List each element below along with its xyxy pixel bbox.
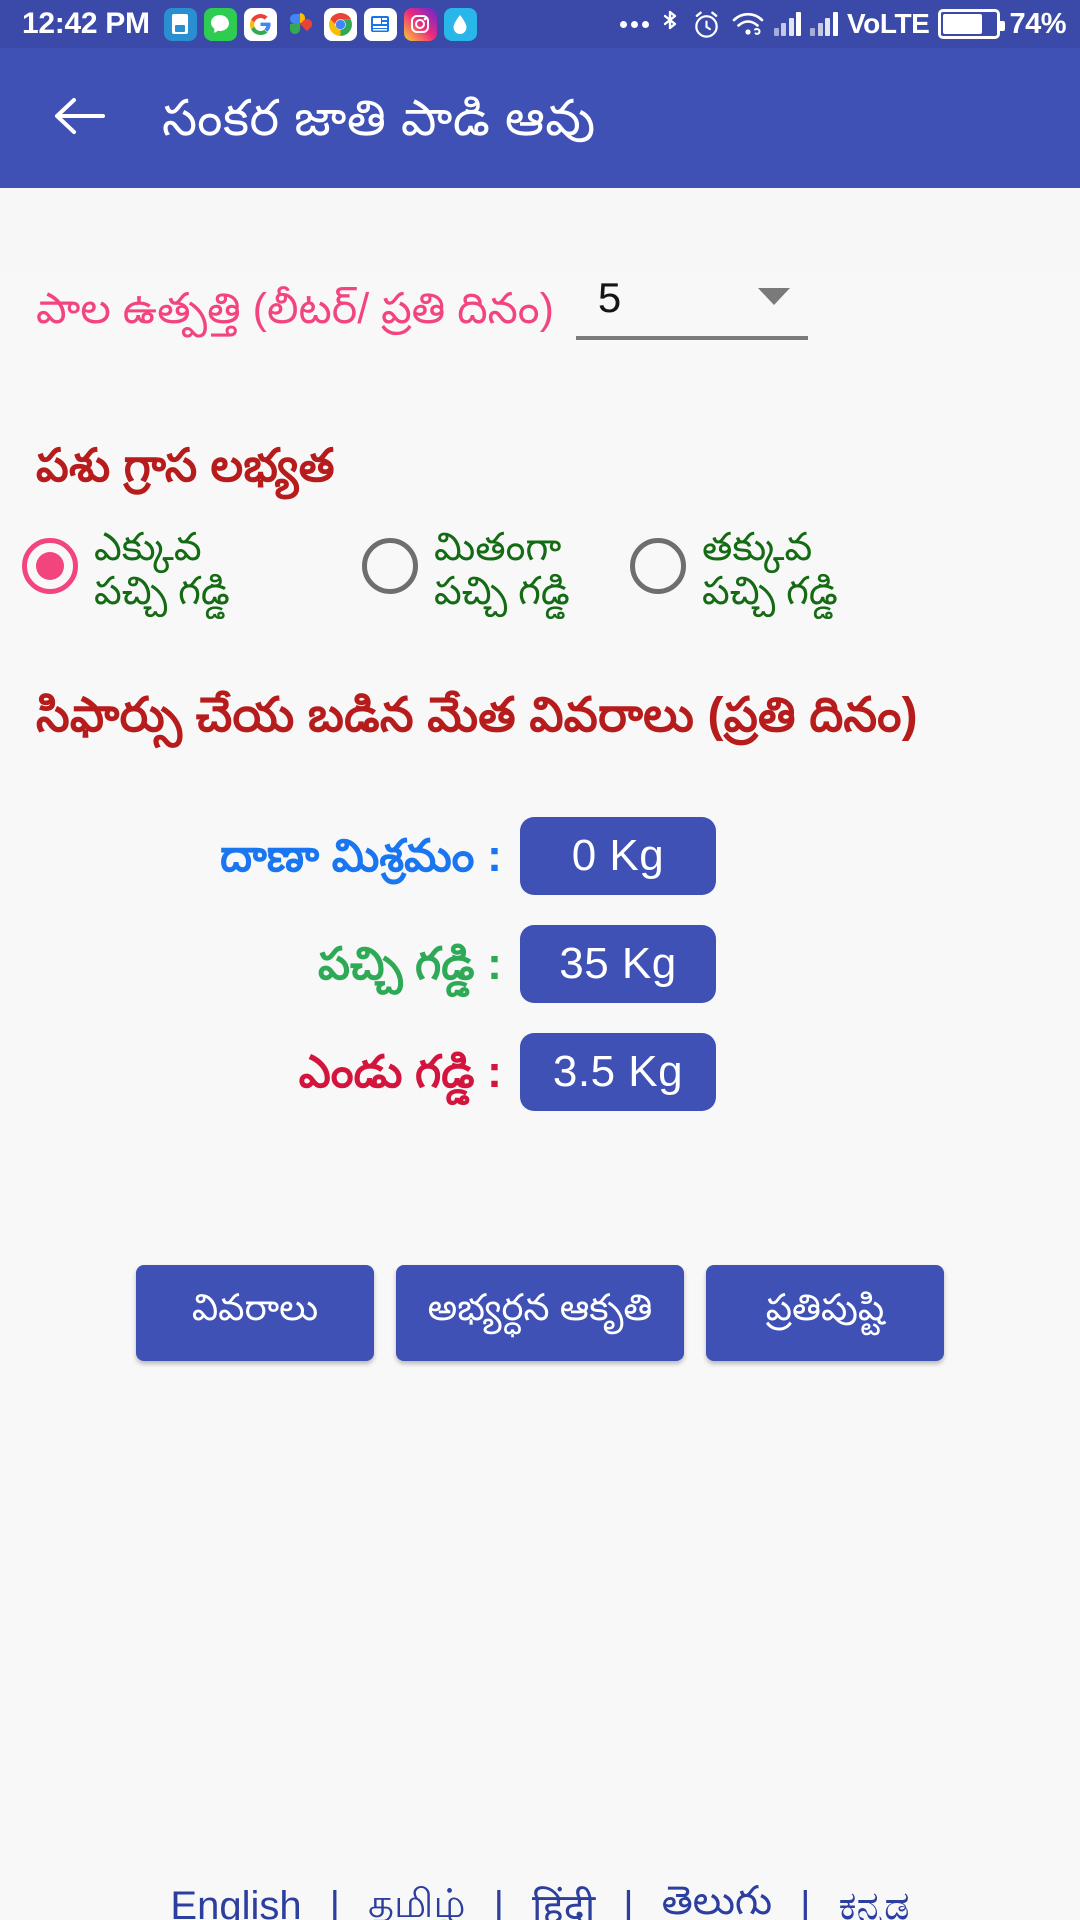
language-option-hindi[interactable]: हिंदी xyxy=(520,1879,607,1920)
language-separator: | xyxy=(623,1884,634,1920)
request-form-button[interactable]: అభ్యర్ధన ఆకృతి xyxy=(396,1264,684,1361)
language-option-telugu[interactable]: తెలుగు xyxy=(650,1879,784,1920)
alarm-icon xyxy=(691,9,722,40)
signal-sim1-icon xyxy=(773,12,802,36)
battery-icon xyxy=(938,9,1006,39)
language-separator: | xyxy=(493,1884,504,1920)
back-button[interactable] xyxy=(48,87,110,149)
google-photos-icon xyxy=(284,8,317,41)
status-bar-system-icons: VoLTE 74% xyxy=(619,7,1066,41)
details-button[interactable]: వివరాలు xyxy=(136,1264,374,1361)
fodder-availability-radio-group: ఎక్కువ పచ్చి గడ్డి మితంగా పచ్చి గడ్డి తక… xyxy=(0,526,1080,613)
main-content: పాల ఉత్పత్తి (లీటర్/ ప్రతి దినం) 5 పశు గ… xyxy=(0,274,1080,1920)
recommendation-heading: సిఫార్సు చేయ బడిన మేత వివరాలు (ప్రతి దిన… xyxy=(36,689,918,743)
app-bar: సంకర జాతి పాడి ఆవు xyxy=(0,48,1080,188)
milk-production-label: పాల ఉత్పత్తి (లీటర్/ ప్రతి దినం) xyxy=(36,284,554,333)
radio-option-label: ఎక్కువ పచ్చి గడ్డి xyxy=(94,526,230,613)
radio-button-icon[interactable] xyxy=(22,538,78,594)
google-icon xyxy=(243,7,277,41)
sim-card-icon xyxy=(163,7,197,41)
status-bar-clock: 12:42 PM xyxy=(22,7,150,40)
signal-sim2-icon xyxy=(810,12,838,36)
feed-row-green-fodder: పచ్చి గడ్డి : 35 Kg xyxy=(0,924,1080,1003)
language-option-tamil[interactable]: தமிழ் xyxy=(356,1882,478,1920)
action-button-row: వివరాలు అభ్యర్ధన ఆకృతి ప్రతిపుష్టి xyxy=(0,1264,1080,1361)
feed-row-concentrate-mix: దాణా మిశ్రమం : 0 Kg xyxy=(0,816,1080,895)
page-title: సంకర జాతి పాడి ఆవు xyxy=(162,89,596,146)
milk-production-row: పాల ఉత్పత్తి (లీటర్/ ప్రతి దినం) 5 xyxy=(0,274,1080,340)
fodder-availability-heading: పశు గ్రాస లభ్యత xyxy=(36,439,335,491)
radio-option-high-green-fodder[interactable]: ఎక్కువ పచ్చి గడ్డి xyxy=(22,526,362,613)
arrow-left-icon xyxy=(50,94,108,143)
milk-production-dropdown[interactable]: 5 xyxy=(575,274,808,340)
instagram-icon xyxy=(403,7,437,41)
feedback-button[interactable]: ప్రతిపుష్టి xyxy=(706,1264,944,1361)
language-option-kannada[interactable]: ಕನ್ನಡ xyxy=(826,1884,921,1920)
radio-button-icon[interactable] xyxy=(362,538,418,594)
language-separator: | xyxy=(800,1884,811,1920)
feed-label: ఎండు గడ్డి : xyxy=(298,1046,502,1098)
news-icon xyxy=(363,7,397,41)
chevron-down-icon xyxy=(757,287,790,305)
feed-value-chip: 3.5 Kg xyxy=(520,1032,716,1111)
milk-production-value: 5 xyxy=(597,274,622,321)
feed-row-dry-fodder: ఎండు గడ్డి : 3.5 Kg xyxy=(0,1032,1080,1111)
language-selector: English | தமிழ் | हिंदी | తెలుగు | ಕನ್ನಡ xyxy=(0,1879,1080,1920)
radio-option-low-green-fodder[interactable]: తక్కువ పచ్చి గడ్డి xyxy=(630,526,838,613)
wifi-icon xyxy=(731,10,765,38)
radio-button-icon[interactable] xyxy=(630,538,686,594)
messages-icon xyxy=(203,7,237,41)
notification-icons xyxy=(163,7,477,41)
feed-label: దాణా మిశ్రమం : xyxy=(219,830,502,882)
language-option-english[interactable]: English xyxy=(158,1884,313,1920)
language-separator: | xyxy=(329,1884,340,1920)
feed-value-chip: 0 Kg xyxy=(520,816,716,895)
feed-label: పచ్చి గడ్డి : xyxy=(317,938,502,990)
bluetooth-icon xyxy=(658,8,682,40)
water-drop-icon xyxy=(443,7,477,41)
feed-value-chip: 35 Kg xyxy=(520,924,716,1003)
more-notifications-icon xyxy=(619,20,649,28)
recommended-feed-list: దాణా మిశ్రమం : 0 Kg పచ్చి గడ్డి : 35 Kg … xyxy=(0,816,1080,1111)
battery-percent-label: 74% xyxy=(1009,7,1066,40)
radio-option-label: తక్కువ పచ్చి గడ్డి xyxy=(702,526,838,613)
status-bar: 12:42 PM VoLTE 74% xyxy=(0,0,1080,48)
radio-option-moderate-green-fodder[interactable]: మితంగా పచ్చి గడ్డి xyxy=(362,526,630,613)
volte-label: VoLTE xyxy=(846,8,930,39)
radio-option-label: మితంగా పచ్చి గడ్డి xyxy=(434,526,570,613)
chrome-icon xyxy=(323,7,357,41)
